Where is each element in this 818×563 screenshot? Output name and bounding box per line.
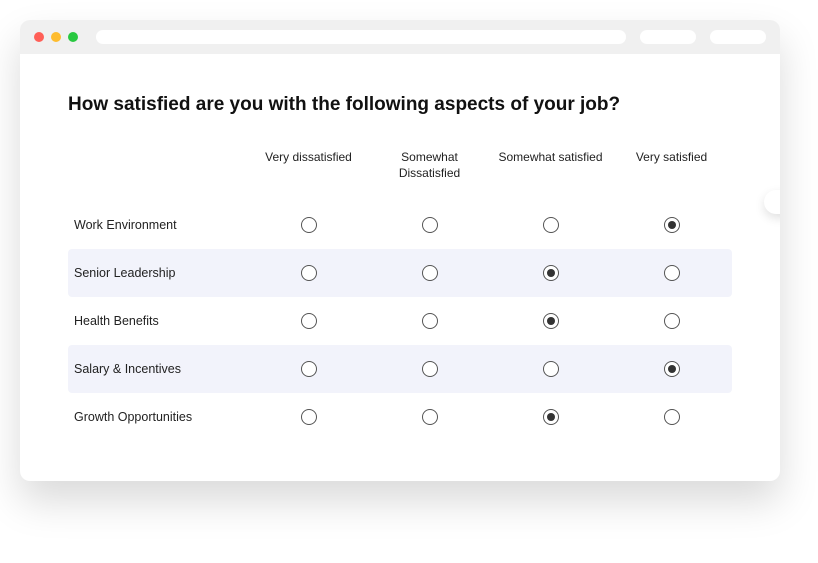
option-cell: [611, 361, 732, 377]
row-options: [248, 313, 732, 329]
radio-button[interactable]: [543, 361, 559, 377]
radio-button[interactable]: [664, 409, 680, 425]
option-cell: [369, 361, 490, 377]
matrix-row: Senior Leadership: [68, 249, 732, 297]
likert-matrix: Very dissatisfied Somewhat Dissatisfied …: [68, 150, 732, 441]
option-cell: [369, 313, 490, 329]
radio-button[interactable]: [664, 217, 680, 233]
option-cell: [248, 313, 369, 329]
radio-button[interactable]: [301, 409, 317, 425]
radio-button[interactable]: [301, 217, 317, 233]
option-cell: [490, 217, 611, 233]
radio-button[interactable]: [543, 217, 559, 233]
traffic-lights: [34, 32, 78, 42]
option-cell: [248, 265, 369, 281]
matrix-row: Health Benefits: [68, 297, 732, 345]
matrix-row: Growth Opportunities: [68, 393, 732, 441]
option-cell: [369, 265, 490, 281]
matrix-header-row: Very dissatisfied Somewhat Dissatisfied …: [68, 150, 732, 181]
radio-button[interactable]: [664, 265, 680, 281]
option-cell: [611, 409, 732, 425]
matrix-header-cols: Very dissatisfied Somewhat Dissatisfied …: [248, 150, 732, 181]
row-label: Senior Leadership: [68, 266, 248, 280]
row-options: [248, 265, 732, 281]
col-header: Somewhat satisfied: [490, 150, 611, 181]
radio-button[interactable]: [422, 313, 438, 329]
option-cell: [611, 313, 732, 329]
radio-button[interactable]: [543, 409, 559, 425]
option-cell: [369, 217, 490, 233]
row-label: Health Benefits: [68, 314, 248, 328]
option-cell: [369, 409, 490, 425]
radio-button[interactable]: [422, 409, 438, 425]
row-options: [248, 361, 732, 377]
close-icon[interactable]: [34, 32, 44, 42]
option-cell: [490, 361, 611, 377]
radio-button[interactable]: [422, 217, 438, 233]
option-cell: [248, 217, 369, 233]
col-header: Very satisfied: [611, 150, 732, 181]
matrix-row: Work Environment: [68, 201, 732, 249]
address-bar[interactable]: [96, 30, 626, 44]
survey-question: How satisfied are you with the following…: [68, 94, 732, 116]
radio-button[interactable]: [301, 361, 317, 377]
col-header: Somewhat Dissatisfied: [369, 150, 490, 181]
col-header: Very dissatisfied: [248, 150, 369, 181]
radio-button[interactable]: [422, 265, 438, 281]
option-cell: [611, 217, 732, 233]
maximize-icon[interactable]: [68, 32, 78, 42]
radio-button[interactable]: [301, 265, 317, 281]
option-cell: [248, 409, 369, 425]
browser-window: How satisfied are you with the following…: [20, 20, 780, 481]
radio-button[interactable]: [664, 361, 680, 377]
minimize-icon[interactable]: [51, 32, 61, 42]
radio-button[interactable]: [543, 313, 559, 329]
radio-button[interactable]: [422, 361, 438, 377]
row-options: [248, 217, 732, 233]
row-label: Work Environment: [68, 218, 248, 232]
window-titlebar: [20, 20, 780, 54]
survey-content: How satisfied are you with the following…: [20, 54, 780, 481]
option-cell: [490, 409, 611, 425]
toolbar-pill: [640, 30, 696, 44]
toolbar-pill: [710, 30, 766, 44]
row-options: [248, 409, 732, 425]
matrix-row: Salary & Incentives: [68, 345, 732, 393]
row-label: Growth Opportunities: [68, 410, 248, 424]
row-label: Salary & Incentives: [68, 362, 248, 376]
option-cell: [490, 265, 611, 281]
radio-button[interactable]: [543, 265, 559, 281]
option-cell: [611, 265, 732, 281]
radio-button[interactable]: [301, 313, 317, 329]
radio-button[interactable]: [664, 313, 680, 329]
option-cell: [248, 361, 369, 377]
option-cell: [490, 313, 611, 329]
